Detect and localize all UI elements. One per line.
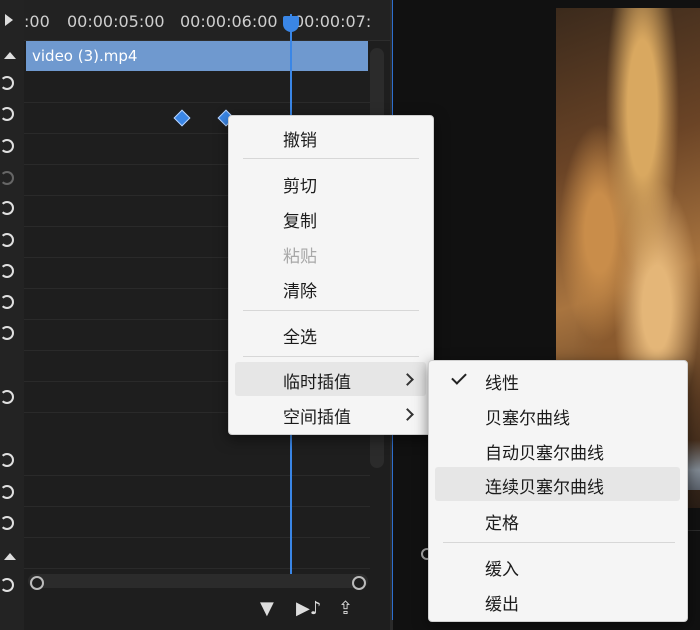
- property-row: [24, 476, 370, 507]
- property-row: [24, 538, 370, 569]
- reset-icon: [0, 171, 14, 185]
- submenu-item-linear[interactable]: 线性: [435, 363, 680, 397]
- reset-icon[interactable]: [0, 139, 14, 153]
- checkmark-icon: [451, 369, 467, 385]
- ruler-label: 00:00:06:00: [180, 12, 278, 31]
- submenu-item-continuous-bezier[interactable]: 连续贝塞尔曲线: [435, 467, 680, 501]
- reset-icon[interactable]: [0, 201, 14, 215]
- collapse-up-icon[interactable]: [4, 52, 16, 59]
- menu-item-temporal-interpolation[interactable]: 临时插值: [235, 362, 426, 396]
- menu-separator: [243, 310, 419, 311]
- submenu-item-bezier[interactable]: 贝塞尔曲线: [435, 398, 680, 432]
- menu-item-cut[interactable]: 剪切: [235, 166, 426, 200]
- reset-icon[interactable]: [0, 453, 14, 467]
- zoom-handle-left[interactable]: [30, 576, 44, 590]
- reset-icon[interactable]: [0, 485, 14, 499]
- reset-icon[interactable]: [0, 264, 14, 278]
- menu-item-clear[interactable]: 清除: [235, 271, 426, 305]
- ruler-label: :00: [24, 12, 50, 31]
- menu-item-spatial-interpolation[interactable]: 空间插值: [235, 397, 426, 431]
- play-icon[interactable]: [5, 14, 13, 26]
- filter-icon[interactable]: ▼: [260, 598, 274, 619]
- submenu-item-ease-in[interactable]: 缓入: [435, 549, 680, 583]
- collapse-up-icon[interactable]: [4, 553, 16, 560]
- menu-item-select-all[interactable]: 全选: [235, 317, 426, 351]
- export-icon[interactable]: ⇪: [338, 598, 353, 619]
- reset-icon[interactable]: [0, 578, 14, 592]
- menu-separator: [443, 542, 675, 543]
- menu-item-undo[interactable]: 撤销: [235, 120, 426, 154]
- property-row: [24, 72, 370, 103]
- menu-item-paste: 粘贴: [283, 247, 317, 267]
- clip-name: video (3).mp4: [32, 47, 138, 65]
- reset-icon[interactable]: [0, 107, 14, 121]
- zoom-handle-right[interactable]: [352, 576, 366, 590]
- clip-bar[interactable]: video (3).mp4: [26, 41, 368, 71]
- property-row: [24, 507, 370, 538]
- reset-icon[interactable]: [0, 76, 14, 90]
- reset-icon[interactable]: [0, 233, 14, 247]
- menu-separator: [243, 356, 419, 357]
- submenu-item-hold[interactable]: 定格: [435, 503, 680, 537]
- chevron-right-icon: [401, 408, 414, 421]
- menu-separator: [243, 158, 419, 159]
- context-menu: 撤销 剪切 复制 粘贴 清除 全选 临时插值 空间插值: [228, 115, 434, 435]
- audio-play-icon[interactable]: ▶♪: [296, 598, 321, 619]
- ruler-label: 00:00:05:00: [67, 12, 165, 31]
- submenu-item-ease-out[interactable]: 缓出: [435, 584, 680, 618]
- property-row: [24, 445, 370, 476]
- chevron-right-icon: [401, 373, 414, 386]
- reset-icon[interactable]: [0, 390, 14, 404]
- time-ruler[interactable]: :00 00:00:05:00 00:00:06:00 00:00:07:: [24, 0, 390, 41]
- menu-item-copy[interactable]: 复制: [235, 201, 426, 235]
- playhead-handle[interactable]: [283, 16, 299, 32]
- reset-icon[interactable]: [0, 326, 14, 340]
- reset-icon[interactable]: [0, 516, 14, 530]
- reset-icon[interactable]: [0, 295, 14, 309]
- left-control-strip: [0, 0, 25, 630]
- submenu-item-auto-bezier[interactable]: 自动贝塞尔曲线: [435, 433, 680, 467]
- horizontal-scrollbar[interactable]: [28, 574, 368, 588]
- interpolation-submenu: 线性 贝塞尔曲线 自动贝塞尔曲线 连续贝塞尔曲线 定格 缓入 缓出: [428, 360, 688, 622]
- ruler-label: 00:00:07:: [294, 12, 372, 31]
